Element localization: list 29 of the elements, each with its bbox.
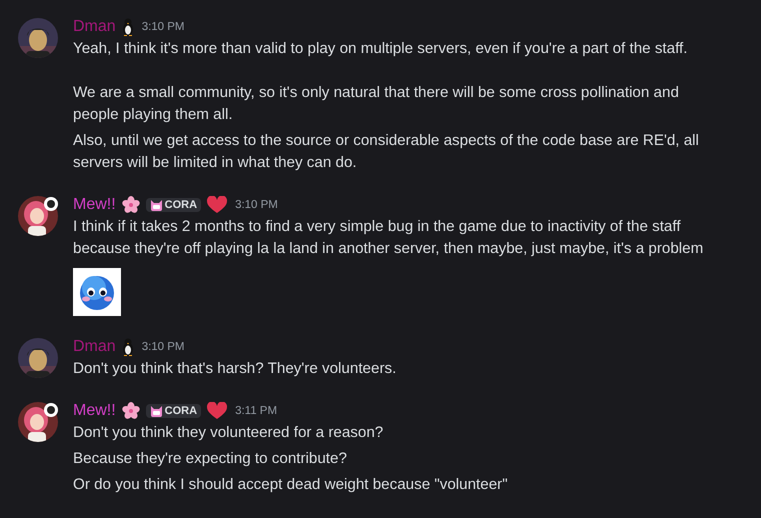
user-avatar[interactable]: [18, 196, 58, 236]
timestamp: 3:10 PM: [142, 341, 185, 353]
heart-icon: [207, 196, 228, 214]
timestamp: 3:11 PM: [235, 405, 278, 417]
timestamp: 3:10 PM: [235, 199, 278, 211]
author-name[interactable]: Dman: [73, 18, 116, 36]
heart-icon: [207, 402, 228, 420]
message-text: Don't you think that's harsh? They're volunteers.: [73, 359, 396, 379]
cat-icon: [150, 405, 163, 417]
author-name[interactable]: Mew!!: [73, 196, 116, 214]
user-avatar[interactable]: [18, 402, 58, 442]
message-text: Yeah, I think it's more than valid to play on multiple servers, even if you're a part of the staff. We are a small community, so it's only natural that there will be some cross pollination and people playing them all.: [73, 39, 688, 125]
message-text: Don't you think they volunteered for a reason?: [73, 423, 384, 443]
message-text: I think if it takes 2 months to find a very simple bug in the game due to inactivity of the staff because they're off playing la la land in another server, then maybe, just maybe, it's a problem: [73, 217, 704, 259]
flower-icon: [122, 196, 140, 214]
author-name[interactable]: Mew!!: [73, 402, 116, 420]
user-avatar[interactable]: [18, 338, 58, 378]
message-text: Or do you think I should accept dead weight because "volunteer": [73, 475, 508, 495]
penguin-icon: [122, 18, 134, 36]
flower-icon: [122, 402, 140, 420]
author-name[interactable]: Dman: [73, 338, 116, 356]
message-text: Because they're expecting to contribute?: [73, 449, 348, 469]
timestamp: 3:10 PM: [142, 21, 185, 33]
message-text: Also, until we get access to the source or considerable aspects of the code base are RE'd, all servers will be limited in what they can do.: [73, 131, 700, 173]
user-avatar[interactable]: [18, 18, 58, 58]
tag-label: CORA: [164, 199, 198, 211]
cat-icon: [150, 199, 163, 211]
penguin-icon: [122, 338, 134, 356]
tag-label: CORA: [164, 405, 198, 417]
